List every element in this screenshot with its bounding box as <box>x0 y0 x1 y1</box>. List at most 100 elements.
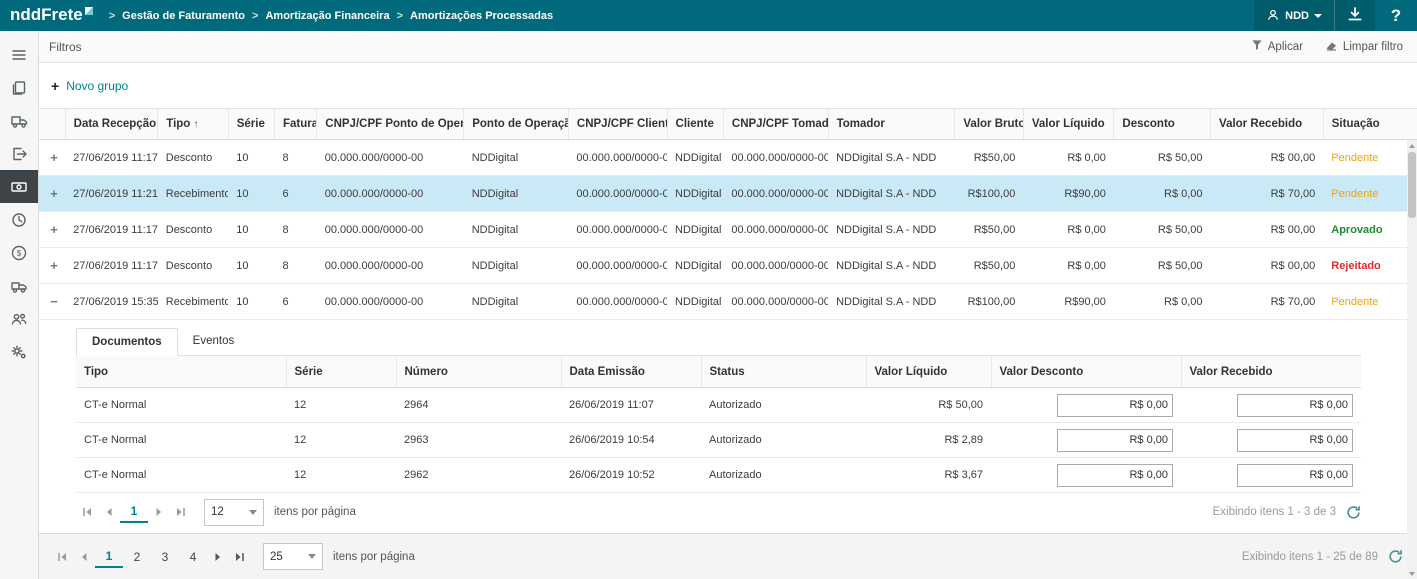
cell-valor-bruto: R$50,00 <box>955 212 1023 248</box>
col-serie[interactable]: Série <box>286 356 396 388</box>
valor-recebido-input[interactable] <box>1237 464 1353 487</box>
expand-row-button[interactable]: + <box>47 222 61 237</box>
breadcrumb-item[interactable]: Gestão de Faturamento <box>122 10 245 22</box>
documents-icon[interactable] <box>0 71 38 104</box>
scroll-up-icon[interactable] <box>1407 140 1417 151</box>
table-row[interactable]: + 27/06/2019 11:17 Desconto 10 8 00.000.… <box>39 248 1417 284</box>
col-cnpj-cliente[interactable]: CNPJ/CPF Cliente <box>568 109 667 140</box>
col-tipo[interactable]: Tipo <box>76 356 286 388</box>
new-group-button[interactable]: + Novo grupo <box>39 63 171 108</box>
eraser-icon <box>1325 39 1338 54</box>
prev-page-button[interactable] <box>73 546 95 568</box>
col-cnpj-tomador[interactable]: CNPJ/CPF Tomador <box>723 109 828 140</box>
page-number[interactable]: 1 <box>120 501 148 523</box>
col-valor-liquido[interactable]: Valor Líquido <box>1023 109 1114 140</box>
cell-situacao: Pendente <box>1323 284 1417 320</box>
page-size-select[interactable]: 25 <box>263 543 323 570</box>
next-page-button[interactable] <box>207 546 229 568</box>
plus-icon: + <box>51 78 59 94</box>
col-data-recepcao[interactable]: Data Recepção <box>65 109 158 140</box>
col-data-emissao[interactable]: Data Emissão <box>561 356 701 388</box>
breadcrumb-item[interactable]: Amortizações Processadas <box>410 10 553 22</box>
refresh-button[interactable] <box>1346 505 1361 520</box>
scroll-down-icon[interactable] <box>1407 568 1417 579</box>
page-number[interactable]: 1 <box>95 546 123 568</box>
currency-icon[interactable]: $ <box>0 236 38 269</box>
col-serie[interactable]: Série <box>228 109 274 140</box>
col-valor-recebido[interactable]: Valor Recebido <box>1211 109 1324 140</box>
table-row[interactable]: + 27/06/2019 11:17 Desconto 10 8 00.000.… <box>39 140 1417 176</box>
apply-filter-button[interactable]: Aplicar <box>1251 39 1303 54</box>
topbar-actions: NDD ? <box>1254 0 1417 31</box>
valor-desconto-input[interactable] <box>1057 429 1173 452</box>
page-number[interactable]: 4 <box>179 547 207 567</box>
breadcrumb-item[interactable]: Amortização Financeira <box>265 10 389 22</box>
truck-icon[interactable] <box>0 104 38 137</box>
collapse-row-button[interactable]: − <box>47 294 61 309</box>
export-icon[interactable] <box>0 137 38 170</box>
col-label: Série <box>295 366 323 378</box>
col-tipo[interactable]: Tipo ↑ <box>158 109 228 140</box>
caret-down-icon <box>249 510 257 515</box>
vertical-scrollbar[interactable] <box>1407 140 1417 579</box>
user-menu[interactable]: NDD <box>1254 0 1334 31</box>
table-row[interactable]: + 27/06/2019 11:17 Desconto 10 8 00.000.… <box>39 212 1417 248</box>
col-valor-bruto[interactable]: Valor Bruto <box>955 109 1023 140</box>
fleet-icon[interactable] <box>0 269 38 302</box>
col-label: Status <box>710 366 745 378</box>
first-page-button[interactable] <box>76 501 98 523</box>
col-desconto[interactable]: Desconto <box>1114 109 1211 140</box>
tab-documentos[interactable]: Documentos <box>76 328 178 356</box>
valor-recebido-input[interactable] <box>1237 429 1353 452</box>
col-valor-recebido[interactable]: Valor Recebido <box>1181 356 1361 388</box>
table-row[interactable]: + 27/06/2019 11:21 Recebimento 10 6 00.0… <box>39 176 1417 212</box>
col-valor-liquido[interactable]: Valor Líquido <box>866 356 991 388</box>
valor-desconto-input[interactable] <box>1057 394 1173 417</box>
document-row[interactable]: CT-e Normal 12 2963 26/06/2019 10:54 Aut… <box>76 423 1361 458</box>
expand-row-button[interactable]: + <box>47 186 61 201</box>
tab-eventos[interactable]: Eventos <box>178 328 250 356</box>
users-icon[interactable] <box>0 302 38 335</box>
download-button[interactable] <box>1334 0 1375 31</box>
col-cliente[interactable]: Cliente <box>667 109 723 140</box>
valor-recebido-input[interactable] <box>1237 394 1353 417</box>
valor-desconto-input[interactable] <box>1057 464 1173 487</box>
last-page-button[interactable] <box>170 501 192 523</box>
first-page-button[interactable] <box>51 546 73 568</box>
settings-icon[interactable] <box>0 335 38 368</box>
col-status[interactable]: Status <box>701 356 866 388</box>
logo-flag-icon <box>85 7 93 15</box>
document-row[interactable]: CT-e Normal 12 2964 26/06/2019 11:07 Aut… <box>76 388 1361 423</box>
col-tomador[interactable]: Tomador <box>828 109 955 140</box>
col-situacao[interactable]: Situação <box>1323 109 1417 140</box>
col-label: Valor Desconto <box>1000 366 1084 378</box>
page-size-select[interactable]: 12 <box>204 499 264 526</box>
next-page-button[interactable] <box>148 501 170 523</box>
menu-icon[interactable] <box>0 38 38 71</box>
table-row[interactable]: − 27/06/2019 15:35 Recebimento 10 6 00.0… <box>39 284 1417 320</box>
last-page-button[interactable] <box>229 546 251 568</box>
clear-filter-button[interactable]: Limpar filtro <box>1325 39 1403 54</box>
help-button[interactable]: ? <box>1375 0 1417 31</box>
page-number[interactable]: 3 <box>151 547 179 567</box>
col-cnpj-ponto[interactable]: CNPJ/CPF Ponto de Operação <box>317 109 464 140</box>
page-number[interactable]: 2 <box>123 547 151 567</box>
billing-icon[interactable] <box>0 170 38 203</box>
cell-cliente: NDDigital <box>667 176 723 212</box>
cell-ponto-operacao: NDDigital <box>464 248 569 284</box>
col-ponto-operacao[interactable]: Ponto de Operação <box>464 109 569 140</box>
app-logo[interactable]: nddFrete <box>10 6 93 25</box>
cell-tipo: CT-e Normal <box>76 423 286 458</box>
col-numero[interactable]: Número <box>396 356 561 388</box>
expand-row-button[interactable]: + <box>47 150 61 165</box>
col-valor-desconto[interactable]: Valor Desconto <box>991 356 1181 388</box>
document-row[interactable]: CT-e Normal 12 2962 26/06/2019 10:52 Aut… <box>76 458 1361 493</box>
refresh-button[interactable] <box>1388 549 1403 564</box>
col-fatura[interactable]: Fatura <box>275 109 317 140</box>
history-icon[interactable] <box>0 203 38 236</box>
scrollbar-thumb[interactable] <box>1408 152 1416 218</box>
prev-page-button[interactable] <box>98 501 120 523</box>
cell-valor-liquido: R$ 0,00 <box>1023 248 1114 284</box>
items-summary: Exibindo itens 1 - 25 de 89 <box>1242 551 1378 563</box>
expand-row-button[interactable]: + <box>47 258 61 273</box>
